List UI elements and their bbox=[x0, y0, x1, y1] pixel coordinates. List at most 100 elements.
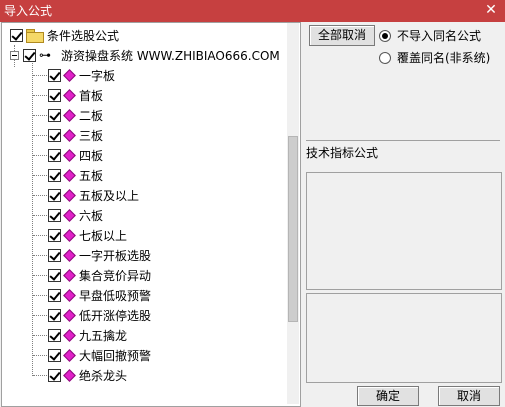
tree-item-row[interactable]: 首板 bbox=[48, 85, 103, 105]
formula-gem-icon bbox=[63, 248, 76, 262]
tree-item-row[interactable]: 五板及以上 bbox=[48, 185, 139, 205]
item-checkbox[interactable] bbox=[48, 168, 61, 182]
tree-connector bbox=[33, 295, 47, 296]
overwrite-option[interactable]: 覆盖同名(非系统) bbox=[379, 49, 490, 66]
root-checkbox[interactable] bbox=[10, 28, 23, 42]
tree-connector bbox=[33, 335, 47, 336]
tree-connector bbox=[33, 275, 47, 276]
tree-item-row[interactable]: 大幅回撤预警 bbox=[48, 345, 151, 365]
tree-root-row[interactable]: 条件选股公式 bbox=[10, 25, 119, 45]
tree-connector bbox=[33, 135, 47, 136]
item-checkbox[interactable] bbox=[48, 128, 61, 142]
key-icon: ⊶ bbox=[39, 48, 51, 62]
tree-item-row[interactable]: 四板 bbox=[48, 145, 103, 165]
item-checkbox[interactable] bbox=[48, 328, 61, 342]
tree-item-label: 五板及以上 bbox=[79, 188, 140, 203]
item-checkbox[interactable] bbox=[48, 368, 61, 382]
tree-item-row[interactable]: 集合竞价异动 bbox=[48, 265, 151, 285]
item-checkbox[interactable] bbox=[48, 248, 61, 262]
tree-item-row[interactable]: 六板 bbox=[48, 205, 103, 225]
formula-gem-icon bbox=[63, 188, 76, 202]
tree-scrollbar[interactable] bbox=[287, 23, 299, 404]
tree-connector bbox=[32, 63, 33, 376]
tree-connector bbox=[33, 155, 47, 156]
formula-gem-icon bbox=[63, 168, 76, 182]
tree-item-row[interactable]: 五板 bbox=[48, 165, 103, 185]
tree-connector bbox=[33, 235, 47, 236]
item-checkbox[interactable] bbox=[48, 288, 61, 302]
item-checkbox[interactable] bbox=[48, 228, 61, 242]
tree-item-label: 五板 bbox=[79, 168, 104, 183]
formula-gem-icon bbox=[63, 348, 76, 362]
tree-item-label: 三板 bbox=[79, 128, 104, 143]
item-checkbox[interactable] bbox=[48, 348, 61, 362]
formula-gem-icon bbox=[63, 308, 76, 322]
tree-item-row[interactable]: 九五擒龙 bbox=[48, 325, 127, 345]
group-checkbox[interactable] bbox=[23, 48, 36, 62]
item-checkbox[interactable] bbox=[48, 188, 61, 202]
tree-item-row[interactable]: 三板 bbox=[48, 125, 103, 145]
tree-item-label: 四板 bbox=[79, 148, 104, 163]
item-checkbox[interactable] bbox=[48, 308, 61, 322]
tree-item-row[interactable]: 七板以上 bbox=[48, 225, 127, 245]
root-label: 条件选股公式 bbox=[47, 28, 120, 43]
formula-gem-icon bbox=[63, 368, 76, 382]
cancel-all-button[interactable]: 全部取消 bbox=[309, 25, 375, 46]
formula-list-box[interactable] bbox=[306, 172, 502, 290]
scroll-thumb[interactable] bbox=[288, 136, 298, 322]
tree-item-row[interactable]: 一字板 bbox=[48, 65, 115, 85]
formula-gem-icon bbox=[63, 148, 76, 162]
item-checkbox[interactable] bbox=[48, 88, 61, 102]
tree-item-label: 集合竞价异动 bbox=[79, 268, 152, 283]
tree-connector bbox=[33, 315, 47, 316]
item-checkbox[interactable] bbox=[48, 108, 61, 122]
tree-item-row[interactable]: 一字开板选股 bbox=[48, 245, 151, 265]
formula-gem-icon bbox=[63, 288, 76, 302]
formula-gem-icon bbox=[63, 68, 76, 82]
title-bar: 导入公式 ✕ bbox=[0, 0, 505, 22]
tree-connector bbox=[33, 375, 47, 376]
tree-connector bbox=[33, 175, 47, 176]
tree-item-label: 七板以上 bbox=[79, 228, 128, 243]
close-icon[interactable]: ✕ bbox=[483, 2, 499, 18]
tree-item-row[interactable]: 低开涨停选股 bbox=[48, 305, 151, 325]
tree-item-label: 二板 bbox=[79, 108, 104, 123]
tree-item-label: 一字开板选股 bbox=[79, 248, 152, 263]
item-checkbox[interactable] bbox=[48, 208, 61, 222]
formula-gem-icon bbox=[63, 228, 76, 242]
overwrite-label: 覆盖同名(非系统) bbox=[397, 51, 491, 65]
formula-gem-icon bbox=[63, 108, 76, 122]
tree-item-label: 绝杀龙头 bbox=[79, 368, 128, 383]
formula-section-label: 技术指标公式 bbox=[306, 140, 500, 170]
tree-connector bbox=[33, 115, 47, 116]
formula-description-box[interactable] bbox=[306, 293, 502, 383]
tree-item-label: 早盘低吸预警 bbox=[79, 288, 152, 303]
tree-group-row[interactable]: ⊶ 游资操盘系统 WWW.ZHIBIAO666.COM bbox=[10, 45, 280, 65]
formula-tree: 条件选股公式 ⊶ 游资操盘系统 WWW.ZHIBIAO666.COM 一字板首板… bbox=[1, 22, 301, 407]
tree-item-label: 九五擒龙 bbox=[79, 328, 128, 343]
item-checkbox[interactable] bbox=[48, 68, 61, 82]
tree-connector bbox=[33, 75, 47, 76]
overwrite-radio[interactable] bbox=[379, 51, 391, 64]
tree-item-label: 一字板 bbox=[79, 68, 116, 83]
no-import-radio[interactable] bbox=[379, 29, 391, 42]
item-checkbox[interactable] bbox=[48, 268, 61, 282]
tree-item-row[interactable]: 早盘低吸预警 bbox=[48, 285, 151, 305]
tree-connector bbox=[33, 95, 47, 96]
tree-item-label: 大幅回撤预警 bbox=[79, 348, 152, 363]
folder-icon bbox=[26, 29, 44, 43]
no-import-option[interactable]: 不导入同名公式 bbox=[379, 27, 481, 44]
ok-button[interactable]: 确定 bbox=[357, 386, 419, 406]
tree-item-row[interactable]: 二板 bbox=[48, 105, 103, 125]
formula-gem-icon bbox=[63, 328, 76, 342]
formula-gem-icon bbox=[63, 208, 76, 222]
formula-gem-icon bbox=[63, 128, 76, 142]
tree-connector bbox=[33, 215, 47, 216]
tree-connector bbox=[33, 255, 47, 256]
tree-item-row[interactable]: 绝杀龙头 bbox=[48, 365, 127, 385]
item-checkbox[interactable] bbox=[48, 148, 61, 162]
cancel-button[interactable]: 取消 bbox=[438, 386, 500, 406]
window-title: 导入公式 bbox=[4, 4, 53, 18]
tree-connector bbox=[33, 195, 47, 196]
collapse-icon[interactable] bbox=[10, 50, 19, 60]
